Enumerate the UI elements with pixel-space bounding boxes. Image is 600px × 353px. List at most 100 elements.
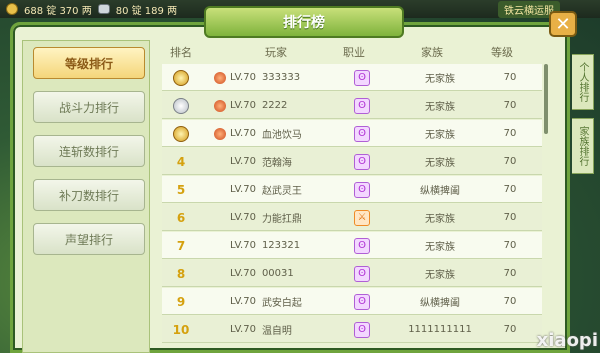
tab-label: 连斩数排行 bbox=[58, 144, 119, 159]
level-cell: 70 bbox=[503, 156, 517, 167]
player-name: 00031 bbox=[261, 268, 294, 279]
ranking-table: 排名 玩家 职业 家族 等级 LV.70 333333 ʘ 无家族 70 LV.70 222… bbox=[154, 40, 550, 353]
table-row[interactable]: LV.70 2222 ʘ 无家族 70 bbox=[162, 92, 542, 119]
job-cell: ⚔ bbox=[338, 204, 386, 231]
player-level: LV.70 bbox=[230, 184, 256, 195]
level-cell: 70 bbox=[503, 268, 517, 279]
job-cell: ʘ bbox=[338, 148, 386, 175]
family-cell: 1111111111 bbox=[408, 324, 472, 335]
job-mage-icon: ʘ bbox=[354, 293, 370, 310]
tab-personal-rank[interactable]: 个人排行 bbox=[572, 54, 594, 110]
player-level: LV.70 bbox=[230, 72, 256, 83]
level-cell: 70 bbox=[503, 240, 517, 251]
tab-label: 战斗力排行 bbox=[58, 100, 119, 115]
player-level: LV.70 bbox=[230, 296, 256, 307]
tab-last-hit-rank[interactable]: 补刀数排行 bbox=[33, 179, 145, 211]
level-badge-icon bbox=[214, 99, 226, 112]
family-cell: 无家族 bbox=[425, 102, 455, 113]
rank-number: 4 bbox=[176, 154, 186, 169]
rank-number: 8 bbox=[176, 266, 186, 281]
job-mage-icon: ʘ bbox=[354, 265, 370, 282]
rank-category-sidebar: 等级排行 战斗力排行 连斩数排行 补刀数排行 声望排行 bbox=[22, 40, 150, 353]
player-name: 血池饮马 bbox=[261, 130, 302, 141]
col-player: 玩家 bbox=[265, 46, 287, 59]
job-mage-icon: ʘ bbox=[354, 237, 370, 254]
tab-kill-streak-rank[interactable]: 连斩数排行 bbox=[33, 135, 145, 167]
family-cell: 纵横捭阖 bbox=[420, 186, 460, 197]
rank-cell bbox=[162, 92, 200, 119]
table-scrollbar[interactable] bbox=[544, 64, 548, 134]
family-cell: 无家族 bbox=[425, 130, 455, 141]
rank-number: 5 bbox=[176, 182, 186, 197]
family-cell: 无家族 bbox=[425, 214, 455, 225]
job-warrior-icon: ⚔ bbox=[354, 209, 370, 226]
rank-cell: 4 bbox=[162, 148, 200, 175]
level-badge-icon bbox=[214, 127, 226, 140]
tab-label: 声望排行 bbox=[64, 232, 113, 247]
table-header: 排名 玩家 职业 家族 等级 bbox=[154, 40, 544, 64]
table-row[interactable]: LV.70 333333 ʘ 无家族 70 bbox=[162, 64, 542, 91]
family-cell: 纵横捭阖 bbox=[420, 298, 460, 309]
table-row[interactable]: 10 LV.70 温自明 ʘ 1111111111 70 bbox=[162, 316, 542, 343]
player-cell: LV.70 力能扛鼎 bbox=[208, 204, 346, 231]
table-row[interactable]: LV.70 血池饮马 ʘ 无家族 70 bbox=[162, 120, 542, 147]
job-cell: ʘ bbox=[338, 316, 386, 343]
player-cell: LV.70 2222 bbox=[208, 92, 346, 119]
player-cell: LV.70 333333 bbox=[208, 64, 346, 91]
table-row[interactable]: 4 LV.70 范翰海 ʘ 无家族 70 bbox=[162, 148, 542, 175]
job-cell: ʘ bbox=[338, 120, 386, 147]
job-cell: ʘ bbox=[338, 176, 386, 203]
silver-icon bbox=[97, 4, 110, 14]
job-cell: ʘ bbox=[338, 92, 386, 119]
col-rank: 排名 bbox=[170, 46, 192, 59]
tab-combat-power-rank[interactable]: 战斗力排行 bbox=[33, 91, 145, 123]
table-row[interactable]: 9 LV.70 武安白起 ʘ 纵横捭阖 70 bbox=[162, 288, 542, 315]
player-cell: LV.70 武安白起 bbox=[208, 288, 346, 315]
page-title-text: 排行榜 bbox=[283, 15, 325, 31]
level-cell: 70 bbox=[503, 296, 517, 307]
table-row[interactable]: 6 LV.70 力能扛鼎 ⚔ 无家族 70 bbox=[162, 204, 542, 231]
job-cell: ʘ bbox=[338, 232, 386, 259]
level-cell: 70 bbox=[503, 212, 517, 223]
level-badge-icon bbox=[214, 71, 226, 84]
rank-number: 6 bbox=[176, 210, 186, 225]
job-cell: ʘ bbox=[338, 260, 386, 287]
player-name: 2222 bbox=[261, 100, 288, 111]
player-name: 赵武灵王 bbox=[261, 186, 302, 197]
player-name: 温自明 bbox=[261, 326, 292, 337]
gold-medal-icon bbox=[173, 69, 189, 86]
silver-medal-icon bbox=[173, 97, 189, 114]
gold-medal-icon bbox=[173, 125, 189, 142]
tab-label: 家族排行 bbox=[577, 126, 588, 166]
job-mage-icon: ʘ bbox=[354, 321, 370, 338]
table-row[interactable]: 8 LV.70 00031 ʘ 无家族 70 bbox=[162, 260, 542, 287]
tab-label: 补刀数排行 bbox=[58, 188, 119, 203]
player-level: LV.70 bbox=[230, 324, 256, 335]
tab-family-rank[interactable]: 家族排行 bbox=[572, 118, 594, 174]
level-cell: 70 bbox=[503, 100, 517, 111]
close-button[interactable]: ✕ bbox=[549, 11, 577, 37]
rank-number: 9 bbox=[176, 294, 186, 309]
level-cell: 70 bbox=[503, 72, 517, 83]
rank-cell: 7 bbox=[162, 232, 200, 259]
player-cell: LV.70 赵武灵王 bbox=[208, 176, 346, 203]
player-level: LV.70 bbox=[230, 240, 256, 251]
table-row[interactable]: 7 LV.70 123321 ʘ 无家族 70 bbox=[162, 232, 542, 259]
rank-cell: 9 bbox=[162, 288, 200, 315]
rank-number: 7 bbox=[176, 238, 186, 253]
rank-cell: 6 bbox=[162, 204, 200, 231]
player-cell: LV.70 温自明 bbox=[208, 316, 346, 343]
rank-cell: 10 bbox=[162, 316, 200, 343]
job-cell: ʘ bbox=[338, 64, 386, 91]
gold-amount: 688 锭 370 两 bbox=[24, 5, 92, 17]
tab-level-rank[interactable]: 等级排行 bbox=[33, 47, 145, 79]
tab-label: 个人排行 bbox=[577, 62, 588, 102]
table-row[interactable]: 5 LV.70 赵武灵王 ʘ 纵横捭阖 70 bbox=[162, 176, 542, 203]
tab-reputation-rank[interactable]: 声望排行 bbox=[33, 223, 145, 255]
job-mage-icon: ʘ bbox=[354, 97, 370, 114]
col-level: 等级 bbox=[491, 46, 513, 59]
player-name: 范翰海 bbox=[261, 158, 292, 169]
family-cell: 无家族 bbox=[425, 74, 455, 85]
player-cell: LV.70 血池饮马 bbox=[208, 120, 346, 147]
player-cell: LV.70 范翰海 bbox=[208, 148, 346, 175]
